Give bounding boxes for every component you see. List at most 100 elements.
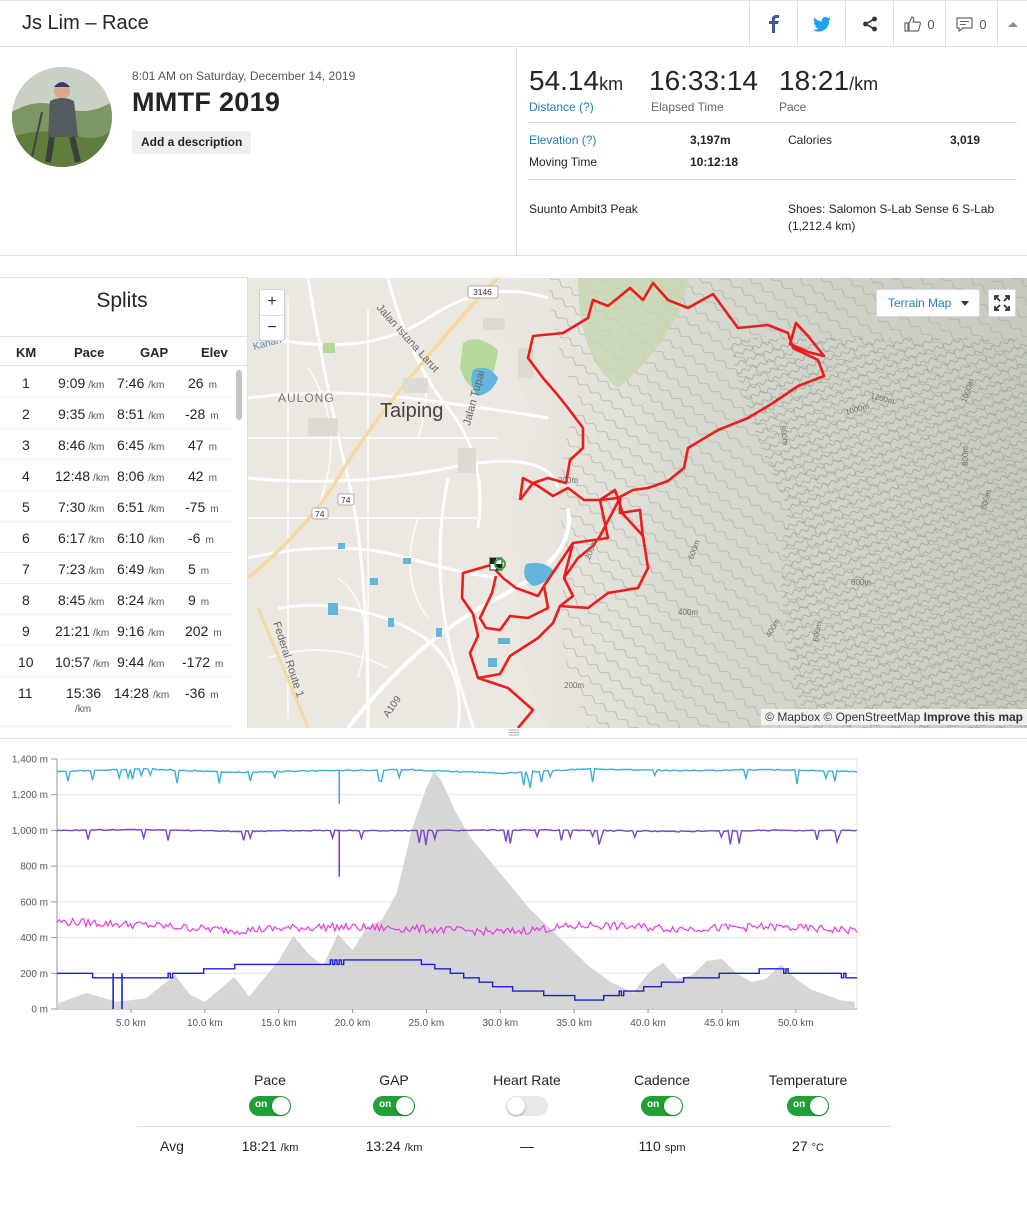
comment-icon: [956, 16, 973, 32]
avg-temperature: 27 °C: [743, 1138, 873, 1154]
toggle-on-text: on: [379, 1099, 392, 1110]
split-elev-unit: m: [210, 504, 219, 515]
split-pace-value: 9:09: [58, 375, 86, 391]
split-gap-unit: /km: [148, 566, 165, 577]
avg-label: Avg: [160, 1138, 184, 1154]
route-map[interactable]: Taiping AULONG Jalan Istana Larut Jalan …: [248, 278, 1027, 728]
split-elev-unit: m: [210, 411, 219, 422]
split-pace-value: 21:21: [55, 623, 91, 639]
legend-label: Cadence: [633, 1072, 691, 1088]
stream-toggle[interactable]: [506, 1096, 548, 1116]
split-pace: 8:45/km: [58, 592, 104, 608]
split-pace-unit: /km: [88, 411, 105, 422]
fullscreen-button[interactable]: [988, 289, 1016, 317]
add-description-button[interactable]: Add a description: [132, 131, 252, 154]
avg-cadence: 110 spm: [597, 1138, 727, 1154]
split-elev: 42 m: [188, 468, 217, 484]
split-elev-value: 26: [188, 375, 204, 391]
kudos-button[interactable]: 0: [893, 1, 945, 47]
split-pace: 10:57/km: [55, 654, 109, 670]
split-pace-unit: /km: [93, 628, 110, 639]
legend-label: GAP: [379, 1072, 409, 1088]
split-elev: -36 m: [185, 685, 219, 701]
distance-label[interactable]: Distance (?): [529, 100, 623, 114]
analysis-chart[interactable]: 0 m 200 m 400 m 600 m 800 m 1,000 m 1,200 m 1,4…: [0, 738, 1027, 1038]
avatar[interactable]: [12, 67, 112, 167]
splits-header-km: KM: [16, 345, 37, 360]
x-tick-label: 10.0 km: [187, 1018, 223, 1029]
calories-value: 3,019: [950, 133, 981, 147]
split-elev-value: -172: [182, 654, 211, 670]
split-row: 7 7:23/km 6:49/km 5 m: [0, 553, 232, 584]
activity-header: Js Lim – Race 0 0: [0, 0, 1027, 47]
legend-cadence: Cadence on: [597, 1072, 727, 1116]
chevron-up-icon: [1007, 21, 1018, 27]
stream-toggle[interactable]: on: [787, 1096, 829, 1116]
split-gap: 8:51/km: [117, 406, 164, 422]
split-gap-value: 8:24: [117, 592, 145, 608]
split-pace-value: 8:45: [58, 592, 86, 608]
legend-gap: GAP on: [329, 1072, 459, 1116]
split-row: 10 10:57/km 9:44/km -172 m: [0, 646, 232, 677]
avg-unit: °C: [811, 1142, 824, 1154]
share-button[interactable]: [845, 1, 893, 47]
improve-map-link[interactable]: Improve this map: [924, 710, 1023, 724]
y-tick-label: 1,200 m: [12, 790, 48, 801]
split-pace-value: 15:36: [66, 685, 102, 701]
map-type-label: Terrain Map: [888, 296, 952, 310]
zoom-out-button[interactable]: −: [260, 315, 284, 340]
stream-toggle[interactable]: on: [249, 1096, 291, 1116]
pace-unit: /km: [849, 74, 879, 94]
toggle-knob: [396, 1097, 414, 1115]
map-type-dropdown[interactable]: Terrain Map: [876, 289, 980, 317]
split-gap-value: 8:51: [117, 406, 145, 422]
zoom-in-button[interactable]: +: [260, 290, 284, 315]
y-tick-label: 200 m: [20, 969, 48, 980]
fullscreen-icon: [994, 295, 1010, 311]
distance-value: 54.14: [529, 65, 600, 96]
contour-label-10: 400m: [678, 608, 698, 617]
split-pace-value: 12:48: [55, 468, 91, 484]
stream-toggle[interactable]: on: [373, 1096, 415, 1116]
splits-title: Splits: [96, 289, 148, 312]
splits-panel: Splits KM Pace GAP Elev 1 9:09/km 7:46/km 2…: [0, 277, 248, 728]
split-elev-unit: m: [215, 659, 224, 670]
stream-toggle[interactable]: on: [641, 1096, 683, 1116]
comments-button[interactable]: 0: [945, 1, 997, 47]
y-tick-label: 800 m: [20, 862, 48, 873]
resize-handle-icon[interactable]: [509, 729, 519, 736]
split-km: 1: [22, 375, 30, 391]
split-pace: 9:35/km: [58, 406, 104, 422]
facebook-share-button[interactable]: [749, 1, 797, 47]
x-tick-label: 25.0 km: [409, 1018, 445, 1029]
twitter-share-button[interactable]: [797, 1, 845, 47]
split-pace-value: 10:57: [55, 654, 91, 670]
distance-stat: 54.14km Distance (?): [529, 65, 623, 114]
legend-temperature: Temperature on: [743, 1072, 873, 1116]
split-gap: 9:16/km: [117, 623, 164, 639]
split-km: 7: [22, 561, 30, 577]
splits-header-pace: Pace: [74, 345, 105, 360]
split-elev: 26 m: [188, 375, 217, 391]
split-row: 3 8:46/km 6:45/km 47 m: [0, 429, 232, 460]
toggle-knob: [272, 1097, 290, 1115]
distance-unit: km: [599, 74, 624, 94]
split-elev: -75 m: [185, 499, 219, 515]
split-elev-unit: m: [208, 380, 217, 391]
split-gap: 7:46/km: [117, 375, 164, 391]
activity-summary: 8:01 AM on Saturday, December 14, 2019 M…: [0, 47, 1027, 256]
split-gap-unit: /km: [148, 504, 165, 515]
contour-label-13: 200m: [564, 681, 584, 690]
collapse-button[interactable]: [997, 1, 1027, 47]
split-pace-unit: /km: [93, 473, 110, 484]
toggle-knob: [664, 1097, 682, 1115]
split-elev-unit: m: [208, 473, 217, 484]
split-elev-unit: m: [200, 566, 210, 577]
zoom-controls: + −: [259, 289, 285, 341]
split-pace: 12:48/km: [55, 468, 109, 484]
legend-label: Heart Rate: [493, 1072, 561, 1088]
split-km: 4: [22, 468, 30, 484]
splits-scrollbar[interactable]: [236, 370, 242, 420]
elevation-label[interactable]: Elevation (?): [529, 133, 596, 147]
legend-pace: Pace on: [205, 1072, 335, 1116]
